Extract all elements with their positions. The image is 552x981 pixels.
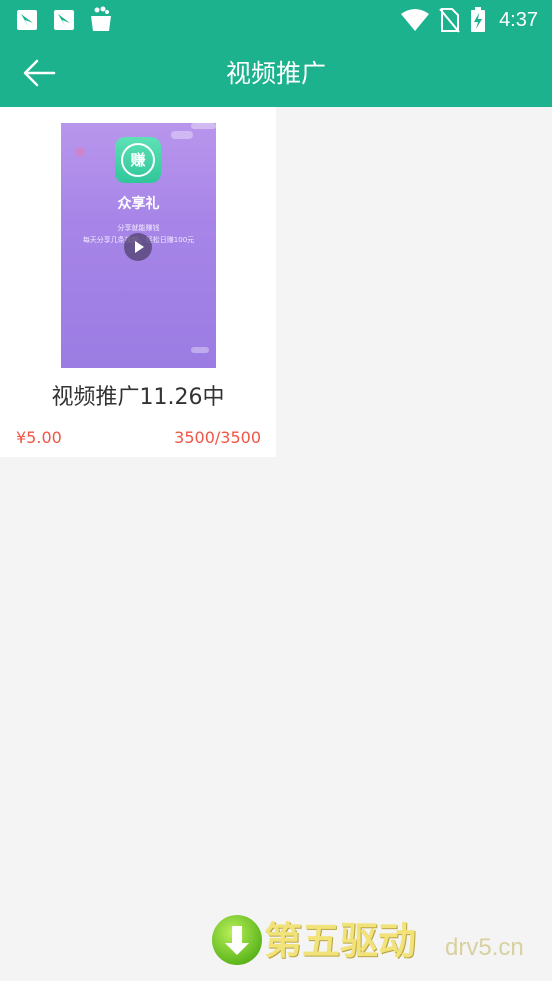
play-icon	[135, 241, 144, 253]
video-thumbnail[interactable]: 赚 众享礼 分享就能赚钱 每天分享几条视频，轻松日赚100元	[61, 123, 216, 368]
app-bar: 视频推广	[0, 40, 552, 107]
notification-app-icon	[54, 10, 74, 30]
page-title: 视频推广	[225, 59, 326, 88]
no-sim-icon	[439, 8, 460, 33]
download-icon	[212, 915, 262, 965]
status-bar: 4:37	[0, 0, 552, 40]
watermark: 第五驱动 drv5.cn	[212, 913, 542, 969]
battery-charging-icon	[471, 7, 485, 32]
video-card[interactable]: 赚 众享礼 分享就能赚钱 每天分享几条视频，轻松日赚100元 视频推广11.26…	[0, 107, 276, 457]
video-title: 视频推广11.26中	[51, 385, 225, 410]
thumbnail-brand: 众享礼	[117, 196, 160, 212]
wifi-icon	[401, 9, 429, 31]
arrow-left-icon	[23, 59, 56, 87]
video-price: ¥5.00	[16, 428, 62, 447]
back-button[interactable]	[18, 56, 58, 90]
thumbnail-tagline: 分享就能赚钱	[117, 224, 160, 232]
shopping-bag-icon	[91, 6, 111, 31]
watermark-text: 第五驱动	[264, 919, 417, 963]
play-button[interactable]	[124, 233, 152, 261]
watermark-domain: drv5.cn	[445, 934, 524, 961]
status-time: 4:37	[499, 9, 538, 31]
notification-app-icon	[17, 10, 37, 30]
app-logo-char: 赚	[121, 143, 155, 177]
video-progress: 3500/3500	[174, 428, 261, 447]
app-logo: 赚	[115, 137, 161, 183]
